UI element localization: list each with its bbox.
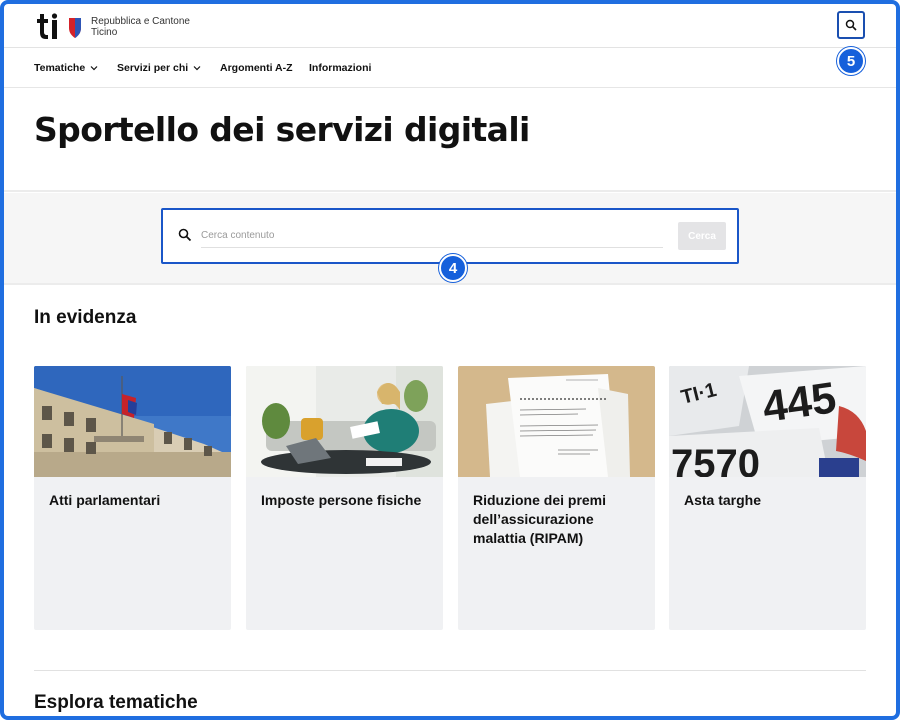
- nav-item-label: Argomenti A-Z: [220, 62, 293, 74]
- browser-frame: Repubblica e Cantone Ticino 5 Tematiche …: [0, 0, 900, 720]
- section-divider: [4, 283, 896, 285]
- explore-heading: Esplora tematiche: [34, 692, 198, 713]
- nav-item-label: Informazioni: [309, 62, 372, 74]
- logo-text-line2: Ticino: [91, 27, 118, 38]
- nav-item-argomenti-a-z[interactable]: Argomenti A-Z: [220, 62, 293, 74]
- logo-text-line1: Repubblica e Cantone: [91, 16, 190, 27]
- svg-text:445: 445: [760, 373, 840, 432]
- featured-card-asta-targhe[interactable]: 445 7570 TI·1 Asta targhe: [669, 366, 866, 630]
- search-submit-button[interactable]: Cerca: [678, 222, 726, 250]
- card-title: Atti parlamentari: [49, 492, 161, 508]
- documents-photo: [458, 366, 655, 477]
- nav-item-informazioni[interactable]: Informazioni: [309, 62, 371, 74]
- search-icon: [178, 228, 192, 242]
- search-icon: [845, 19, 857, 31]
- main-navigation: Tematiche Servizi per chi Argomenti A-Z …: [4, 48, 896, 88]
- svg-text:7570: 7570: [671, 442, 760, 477]
- featured-card-imposte-persone-fisiche[interactable]: Imposte persone fisiche: [246, 366, 443, 630]
- chevron-down-icon: [193, 66, 201, 71]
- card-title: Riduzione dei premi dell’assicurazione m…: [473, 492, 607, 546]
- annotation-badge-4: 4: [439, 254, 467, 282]
- header-search-button[interactable]: [837, 11, 865, 39]
- chevron-down-icon: [90, 66, 98, 71]
- search-input[interactable]: [201, 224, 663, 248]
- site-header: Repubblica e Cantone Ticino: [4, 4, 896, 48]
- featured-heading: In evidenza: [34, 307, 137, 328]
- nav-item-tematiche[interactable]: Tematiche: [34, 62, 98, 74]
- featured-card-ripam[interactable]: Riduzione dei premi dell’assicurazione m…: [458, 366, 655, 630]
- page-title: Sportello dei servizi digitali: [34, 110, 530, 149]
- palazzo-flags-photo: [34, 366, 231, 477]
- woman-laptop-photo: [246, 366, 443, 477]
- logo-text: Repubblica e Cantone Ticino: [91, 16, 190, 38]
- section-divider: [4, 190, 896, 192]
- nav-item-label: Tematiche: [34, 62, 86, 74]
- nav-item-servizi-per-chi[interactable]: Servizi per chi: [117, 62, 201, 74]
- featured-card-atti-parlamentari[interactable]: Atti parlamentari: [34, 366, 231, 630]
- license-plates-photo: 445 7570 TI·1: [669, 366, 866, 477]
- section-divider: [34, 670, 866, 671]
- ticino-logo[interactable]: [34, 10, 88, 42]
- card-title: Imposte persone fisiche: [261, 492, 422, 508]
- card-title: Asta targhe: [684, 492, 762, 508]
- nav-item-label: Servizi per chi: [117, 62, 189, 74]
